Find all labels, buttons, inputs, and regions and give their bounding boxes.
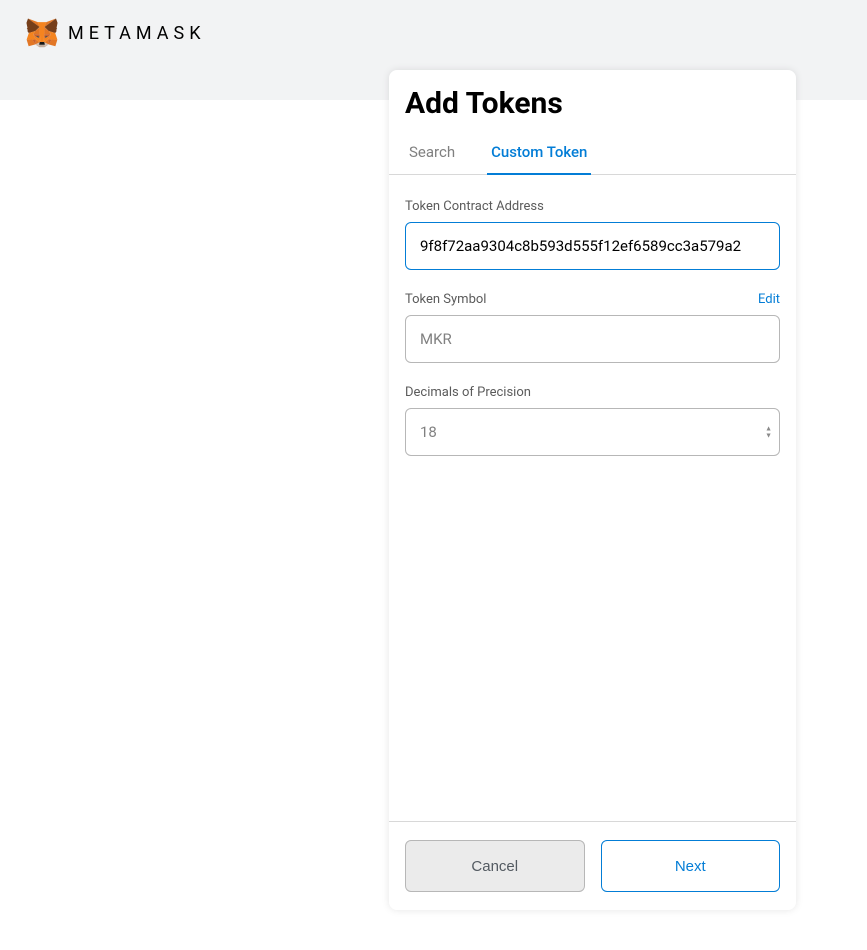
brand-name: METAMASK xyxy=(68,23,206,44)
input-contract-address[interactable] xyxy=(405,222,780,270)
add-tokens-modal: Add Tokens Search Custom Token Token Con… xyxy=(389,70,796,910)
tabs-container: Search Custom Token xyxy=(389,131,796,175)
modal-footer: Cancel Next xyxy=(389,821,796,910)
input-decimals[interactable] xyxy=(405,408,780,456)
field-contract-address: Token Contract Address xyxy=(405,199,780,270)
edit-symbol-link[interactable]: Edit xyxy=(758,292,780,307)
metamask-fox-icon xyxy=(26,18,58,48)
form-body: Token Contract Address Token Symbol Edit… xyxy=(389,175,796,821)
modal-title: Add Tokens xyxy=(389,70,796,131)
label-token-symbol: Token Symbol xyxy=(405,292,486,307)
input-token-symbol[interactable] xyxy=(405,315,780,363)
stepper-down-icon[interactable]: ▼ xyxy=(765,433,772,439)
brand-logo: METAMASK xyxy=(26,18,206,48)
cancel-button[interactable]: Cancel xyxy=(405,840,585,892)
next-button[interactable]: Next xyxy=(601,840,781,892)
field-decimals: Decimals of Precision ▲ ▼ xyxy=(405,385,780,456)
tab-search[interactable]: Search xyxy=(405,131,459,175)
tab-custom-token[interactable]: Custom Token xyxy=(487,131,591,175)
decimals-stepper[interactable]: ▲ ▼ xyxy=(765,426,772,439)
label-decimals: Decimals of Precision xyxy=(405,385,531,400)
label-contract-address: Token Contract Address xyxy=(405,199,544,214)
field-token-symbol: Token Symbol Edit xyxy=(405,292,780,363)
